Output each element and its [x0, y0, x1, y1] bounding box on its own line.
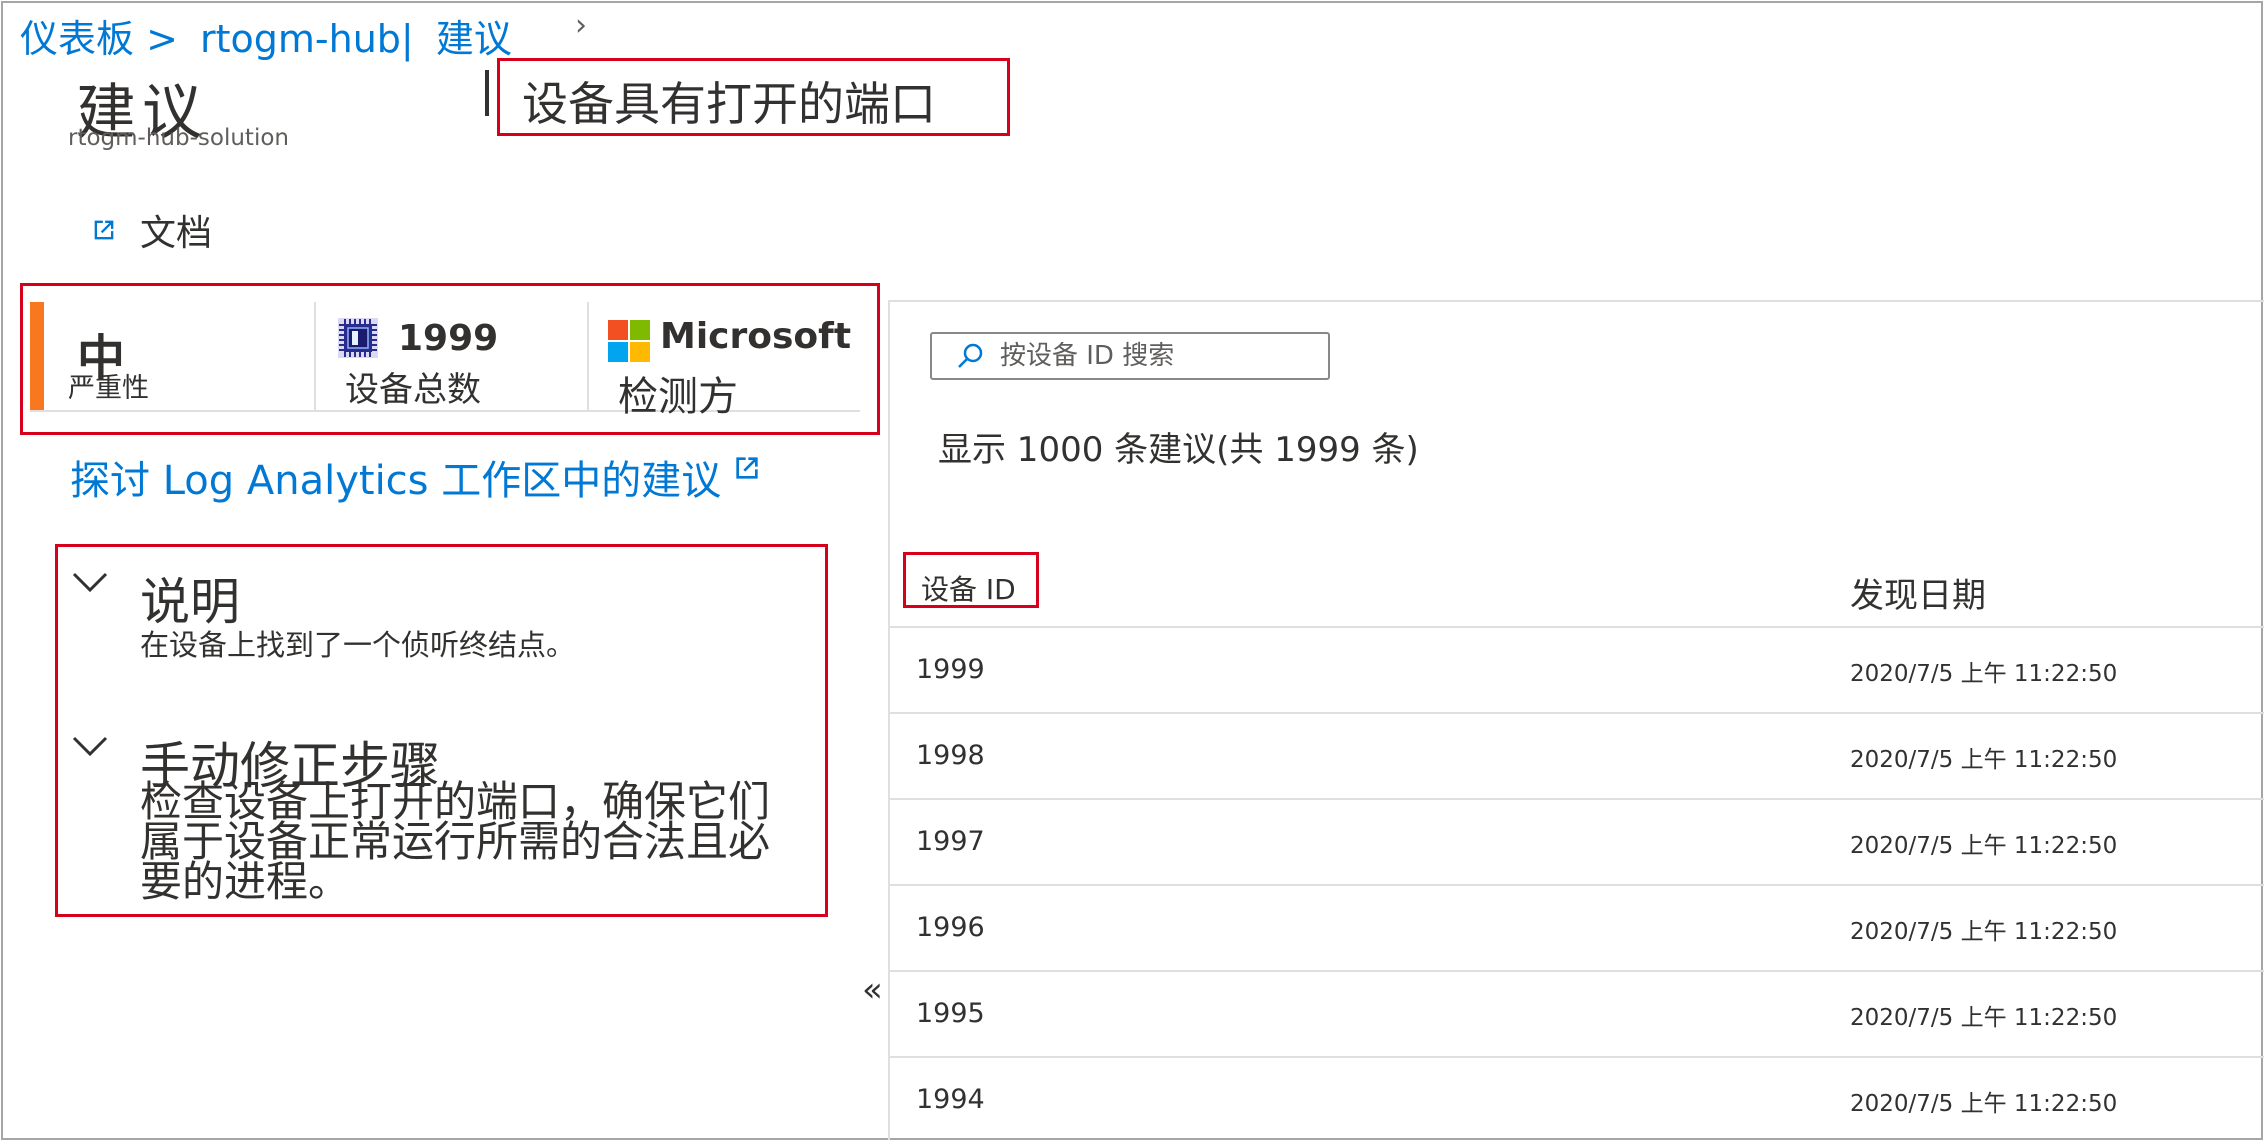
log-analytics-link-label: 探讨 Log Analytics 工作区中的建议: [70, 458, 722, 504]
documentation-link[interactable]: 文档: [90, 204, 212, 256]
device-count-label: 设备总数: [345, 370, 481, 410]
summary-divider: [314, 302, 316, 410]
device-id-cell: 1998: [916, 740, 985, 771]
search-icon: [958, 343, 983, 368]
device-id-cell: 1994: [916, 1084, 985, 1115]
date-cell: 2020/7/5 上午 11:22:50: [1850, 919, 2118, 945]
device-search-input[interactable]: [1000, 341, 1320, 371]
device-search-box[interactable]: [930, 332, 1330, 380]
device-id-cell: 1995: [916, 998, 985, 1029]
table-row[interactable]: 1994 2020/7/5 上午 11:22:50: [888, 1058, 2264, 1144]
breadcrumb-chevron-icon: ›: [575, 8, 587, 43]
table-row[interactable]: 1998 2020/7/5 上午 11:22:50: [888, 714, 2264, 800]
severity-indicator: [30, 302, 44, 410]
log-analytics-link[interactable]: 探讨 Log Analytics 工作区中的建议: [70, 448, 763, 506]
chip-icon: [338, 318, 378, 358]
column-header-discovery-date[interactable]: 发现日期: [1850, 568, 1986, 617]
device-id-cell: 1996: [916, 912, 985, 943]
detector-name: Microsoft: [660, 316, 852, 357]
blade-subtitle: rtogm-hub-solution: [68, 125, 289, 151]
breadcrumb-dashboard[interactable]: 仪表板 >: [20, 17, 178, 61]
summary-divider: [587, 302, 589, 410]
chevron-down-icon[interactable]: [72, 736, 108, 758]
date-cell: 2020/7/5 上午 11:22:50: [1850, 1091, 2118, 1117]
table-row[interactable]: 1999 2020/7/5 上午 11:22:50: [888, 628, 2264, 714]
detector-label: 检测方: [618, 374, 738, 420]
device-id-cell: 1999: [916, 654, 985, 685]
table-row[interactable]: 1996 2020/7/5 上午 11:22:50: [888, 886, 2264, 972]
severity-label: 严重性: [68, 373, 149, 404]
documentation-label: 文档: [140, 213, 213, 254]
column-header-device-id[interactable]: 设备 ID: [921, 568, 1016, 608]
title-separator: [485, 70, 489, 116]
table-row[interactable]: 1997 2020/7/5 上午 11:22:50: [888, 800, 2264, 886]
microsoft-logo-icon: [608, 320, 650, 362]
breadcrumb-recommendations[interactable]: 建议: [436, 17, 512, 61]
date-cell: 2020/7/5 上午 11:22:50: [1850, 1005, 2118, 1031]
date-cell: 2020/7/5 上午 11:22:50: [1850, 661, 2118, 687]
highlight-box-summary: [20, 283, 880, 435]
chevron-down-icon[interactable]: [72, 572, 108, 594]
external-link-icon: [94, 220, 114, 240]
remediation-text: 检查设备上打开的端口，确保它们属于设备正常运行所需的合法且必要的进程。: [140, 777, 771, 906]
description-text: 在设备上找到了一个侦听终结点。: [140, 628, 576, 662]
date-cell: 2020/7/5 上午 11:22:50: [1850, 833, 2118, 859]
breadcrumb: 仪表板 > rtogm-hub| 建议: [20, 8, 522, 63]
device-id-cell: 1997: [916, 826, 985, 857]
results-summary: 显示 1000 条建议(共 1999 条): [938, 430, 1419, 470]
breadcrumb-hub[interactable]: rtogm-hub|: [200, 17, 414, 61]
table-row[interactable]: 1995 2020/7/5 上午 11:22:50: [888, 972, 2264, 1058]
device-count-value: 1999: [398, 318, 499, 359]
recommendation-title: 设备具有打开的端口: [522, 77, 936, 131]
collapse-panel-button[interactable]: «: [862, 970, 883, 1010]
external-link-icon: [736, 457, 758, 479]
right-panel-top-border: [888, 300, 2264, 302]
date-cell: 2020/7/5 上午 11:22:50: [1850, 747, 2118, 773]
